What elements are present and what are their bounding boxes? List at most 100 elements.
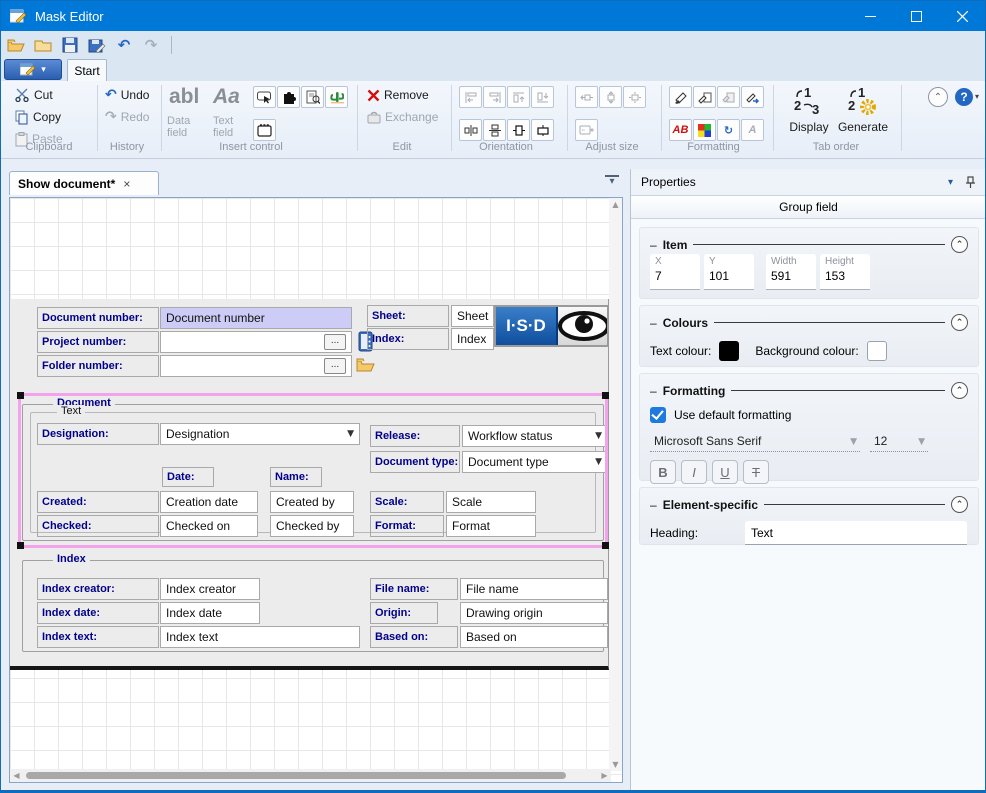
- sheet-field[interactable]: Sheet: [451, 305, 494, 327]
- align-left-button[interactable]: [459, 86, 482, 108]
- collapse-colours-icon[interactable]: ⌃: [951, 314, 968, 331]
- based-on-label[interactable]: Based on:: [370, 626, 458, 648]
- collapse-item-icon[interactable]: ⌃: [951, 236, 968, 253]
- display-tab-order-button[interactable]: 1 2 3 Display: [783, 85, 835, 141]
- exchange-button[interactable]: Exchange: [367, 107, 438, 127]
- maximize-button[interactable]: [893, 1, 939, 31]
- height-field[interactable]: Height: [820, 254, 870, 290]
- scroll-up-icon[interactable]: ▲: [609, 200, 622, 209]
- help-button[interactable]: ?: [955, 88, 973, 106]
- collapse-ribbon-button[interactable]: ⌃: [928, 87, 948, 107]
- selection-handle-bottom-left[interactable]: [17, 542, 24, 549]
- align-right-button[interactable]: [483, 86, 506, 108]
- use-default-formatting-checkbox[interactable]: [650, 407, 666, 423]
- properties-dropdown-icon[interactable]: ▾: [948, 177, 953, 188]
- scroll-down-icon[interactable]: ▼: [609, 760, 622, 769]
- folder-browse-button[interactable]: ...: [324, 358, 346, 374]
- mask-form[interactable]: Document number: Document number Project…: [10, 299, 609, 670]
- document-number-field[interactable]: Document number: [160, 307, 352, 329]
- canvas-vertical-scrollbar[interactable]: ▲ ▼: [609, 198, 622, 771]
- open-mask-icon[interactable]: [4, 34, 28, 56]
- mask-canvas[interactable]: Document number: Document number Project…: [9, 197, 623, 783]
- strikethrough-button[interactable]: T: [743, 460, 769, 484]
- cut-button[interactable]: Cut: [15, 85, 53, 105]
- file-name-label[interactable]: File name:: [370, 578, 458, 600]
- center-in-parent-h-button[interactable]: [507, 119, 530, 141]
- align-bottom-button[interactable]: [531, 86, 554, 108]
- help-dropdown-icon[interactable]: ▾: [975, 92, 979, 101]
- tab-start[interactable]: Start: [67, 59, 107, 81]
- close-button[interactable]: [939, 1, 985, 31]
- undo-qat-icon[interactable]: ↶: [112, 34, 136, 56]
- undo-button[interactable]: ↶ Undo: [105, 85, 149, 105]
- collapse-element-icon[interactable]: ⌃: [951, 496, 968, 513]
- insert-group-field-button[interactable]: [253, 119, 276, 141]
- save-icon[interactable]: [58, 34, 82, 56]
- tab-close-icon[interactable]: ×: [123, 177, 130, 191]
- font-family-dropdown[interactable]: Microsoft Sans Serif▼: [650, 431, 860, 452]
- selection-handle-top-right[interactable]: [602, 392, 609, 399]
- selection-handle-bottom-right[interactable]: [602, 542, 609, 549]
- y-field-input[interactable]: [709, 269, 749, 283]
- text-field-button[interactable]: Text field: [213, 115, 247, 139]
- insert-preview-control-button[interactable]: [301, 86, 324, 108]
- center-in-parent-v-button[interactable]: [531, 119, 554, 141]
- folder-number-label[interactable]: Folder number:: [37, 355, 159, 377]
- redo-qat-icon[interactable]: ↷: [139, 34, 163, 56]
- text-field-icon[interactable]: Aa: [213, 85, 240, 109]
- x-field-input[interactable]: [655, 269, 695, 283]
- insert-image-control-button[interactable]: [325, 86, 348, 108]
- collapse-formatting-icon[interactable]: ⌃: [951, 382, 968, 399]
- redo-button[interactable]: ↷ Redo: [105, 107, 149, 127]
- width-field[interactable]: Width: [766, 254, 816, 290]
- default-format-button[interactable]: A: [741, 119, 764, 141]
- remove-button[interactable]: Remove: [367, 85, 429, 105]
- sheet-label[interactable]: Sheet:: [367, 305, 449, 327]
- index-date-label[interactable]: Index date:: [37, 602, 159, 624]
- align-top-button[interactable]: [507, 86, 530, 108]
- scroll-left-icon[interactable]: ◀: [10, 771, 23, 780]
- apply-format-button[interactable]: [669, 86, 692, 108]
- index-field[interactable]: Index: [451, 328, 494, 350]
- italic-button[interactable]: I: [681, 460, 707, 484]
- pin-icon[interactable]: [965, 176, 976, 188]
- same-size-button[interactable]: [623, 86, 646, 108]
- new-mask-icon[interactable]: [31, 34, 55, 56]
- copy-button[interactable]: Copy: [15, 107, 61, 127]
- text-colour-button[interactable]: AB: [669, 119, 692, 141]
- data-field-icon[interactable]: abl: [169, 85, 199, 109]
- paste-format-button[interactable]: [717, 86, 740, 108]
- selection-handle-top-left[interactable]: [17, 392, 24, 399]
- transfer-format-button[interactable]: [741, 86, 764, 108]
- project-browse-button[interactable]: ...: [324, 334, 346, 350]
- insert-puzzle-control-button[interactable]: [277, 86, 300, 108]
- data-field-button[interactable]: Data field: [167, 115, 201, 139]
- insert-button-control-button[interactable]: [253, 86, 276, 108]
- index-creator-field[interactable]: Index creator: [160, 578, 260, 600]
- project-number-label[interactable]: Project number:: [37, 331, 159, 353]
- origin-field[interactable]: Drawing origin: [460, 602, 608, 624]
- document-number-label[interactable]: Document number:: [37, 307, 159, 329]
- width-field-input[interactable]: [771, 269, 811, 283]
- generate-tab-order-button[interactable]: 1 2 Generate: [837, 85, 889, 141]
- font-size-dropdown[interactable]: 12▼: [870, 431, 928, 452]
- index-text-field[interactable]: Index text: [160, 626, 360, 648]
- horizontal-scroll-thumb[interactable]: [26, 772, 566, 779]
- shrink-width-button[interactable]: [575, 119, 598, 141]
- y-field[interactable]: Y: [704, 254, 754, 290]
- index-date-field[interactable]: Index date: [160, 602, 260, 624]
- index-creator-label[interactable]: Index creator:: [37, 578, 159, 600]
- based-on-field[interactable]: Based on: [460, 626, 608, 648]
- fill-colour-button[interactable]: [693, 119, 716, 141]
- text-colour-swatch[interactable]: [719, 341, 739, 361]
- center-horizontal-button[interactable]: [459, 119, 482, 141]
- heading-input[interactable]: [745, 521, 967, 545]
- scroll-right-icon[interactable]: ▶: [598, 771, 611, 780]
- copy-format-button[interactable]: [693, 86, 716, 108]
- save-all-icon[interactable]: [85, 34, 109, 56]
- underline-button[interactable]: U: [712, 460, 738, 484]
- file-name-field[interactable]: File name: [460, 578, 608, 600]
- application-menu-button[interactable]: ▾: [4, 59, 62, 80]
- bold-button[interactable]: B: [650, 460, 676, 484]
- background-colour-swatch[interactable]: [867, 341, 887, 361]
